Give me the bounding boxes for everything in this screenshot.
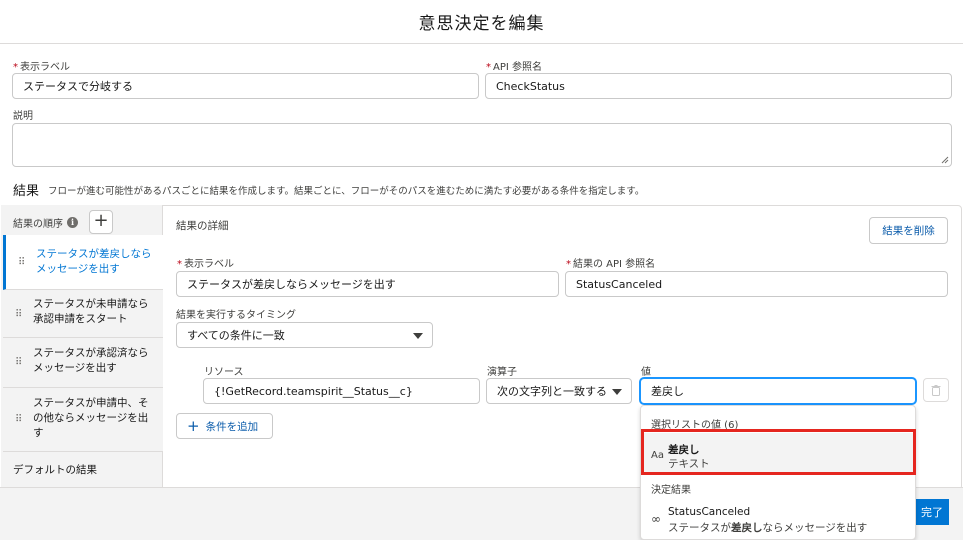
sidebar-item-label: ステータスが未申請なら 承認申請をスタート	[33, 297, 155, 327]
option-label: StatusCanceled	[668, 506, 751, 518]
delete-outcome-button[interactable]: 結果を削除	[869, 217, 948, 244]
outcome-order-label: 結果の順序	[13, 219, 63, 230]
highlight-frame	[641, 429, 916, 475]
outcome-label-input[interactable]: ステータスが差戻しならメッセージを出す	[176, 271, 559, 297]
description-textarea[interactable]	[12, 123, 952, 167]
drag-handle-icon[interactable]: ⠿	[15, 357, 22, 368]
drag-handle-icon[interactable]: ⠿	[15, 309, 22, 320]
sidebar-item-line: す	[33, 427, 44, 439]
required-mark: *	[486, 62, 491, 73]
sidebar-item-label: ステータスが承認済なら メッセージを出す	[33, 346, 155, 376]
sidebar-item-line: ステータスが差戻しなら	[36, 248, 152, 260]
outcome-label-field-label: * 表示ラベル	[177, 255, 234, 270]
label-input-value: ステータスで分岐する	[23, 80, 133, 93]
sidebar-item-line: ステータスが申請中、そ	[33, 397, 149, 409]
api-name-field-label: * API 参照名	[486, 58, 542, 73]
operator-select-value: 次の文字列と一致する	[497, 385, 607, 398]
sidebar-item-label: ステータスが差戻しなら メッセージを出す	[36, 247, 155, 277]
modal-title: 意思決定を編集	[418, 14, 545, 34]
outcome-option[interactable]: ∞ StatusCanceled ステータスが差戻しならメッセージを出す	[641, 498, 915, 539]
sidebar-item-line: メッセージを出す	[33, 362, 117, 374]
option-description-text: ステータスが	[668, 522, 731, 534]
trash-icon	[931, 385, 941, 396]
resize-grip-icon[interactable]	[941, 156, 949, 164]
timing-label: 結果を実行するタイミング	[176, 310, 296, 321]
label-field-text: 表示ラベル	[20, 62, 70, 73]
option-description-text: ならメッセージを出す	[762, 522, 868, 534]
api-name-input-value: CheckStatus	[496, 79, 565, 93]
operator-label: 演算子	[487, 367, 517, 378]
sidebar-item-line: の他ならメッセージを出	[33, 412, 149, 424]
add-condition-button[interactable]: + 条件を追加	[176, 413, 273, 439]
sidebar-item-line: ステータスが承認済なら	[33, 347, 149, 359]
sidebar-item-line: メッセージを出す	[36, 263, 120, 275]
option-description-match: 差戻し	[731, 522, 763, 534]
outcomes-description: フローが進む可能性があるパスごとに結果を作成します。結果ごとに、フローがそのパス…	[48, 186, 645, 197]
timing-select-value: すべての条件に一致	[187, 329, 285, 342]
sidebar-item-outcome-3[interactable]: ⠿ ステータスが承認済なら メッセージを出す	[3, 338, 163, 388]
operator-select[interactable]: 次の文字列と一致する	[486, 378, 632, 404]
option-description: ステータスが差戻しならメッセージを出す	[668, 520, 867, 535]
outcome-api-input[interactable]: StatusCanceled	[565, 271, 948, 297]
description-label: 説明	[13, 111, 33, 122]
outcome-label-field-text: 表示ラベル	[184, 259, 234, 270]
drag-handle-icon[interactable]: ⠿	[18, 257, 25, 268]
info-icon[interactable]: i	[67, 217, 78, 228]
resource-input[interactable]: {!GetRecord.teamspirit__Status__c}	[203, 378, 480, 404]
required-mark: *	[13, 62, 18, 73]
plus-icon: +	[187, 417, 200, 435]
outcome-detail-title: 結果の詳細	[176, 220, 229, 232]
add-outcome-button[interactable]: +	[89, 210, 113, 234]
value-input-value: 差戻し	[651, 385, 684, 398]
link-icon: ∞	[651, 512, 661, 526]
resource-label: リソース	[204, 367, 244, 378]
outcomes-title: 結果	[13, 184, 40, 199]
required-mark: *	[566, 259, 571, 270]
delete-condition-button[interactable]	[923, 378, 949, 402]
outcome-label-input-value: ステータスが差戻しならメッセージを出す	[187, 278, 396, 291]
required-mark: *	[177, 259, 182, 270]
resource-input-value: {!GetRecord.teamspirit__Status__c}	[214, 384, 413, 398]
label-field-label: * 表示ラベル	[13, 58, 70, 73]
sidebar-item-outcome-4[interactable]: ⠿ ステータスが申請中、そ の他ならメッセージを出 す	[3, 388, 163, 452]
api-name-input[interactable]: CheckStatus	[485, 73, 952, 99]
outcome-api-input-value: StatusCanceled	[576, 277, 663, 291]
chevron-down-icon	[413, 333, 423, 339]
chevron-down-icon	[612, 389, 622, 395]
sidebar-item-label: ステータスが申請中、そ の他ならメッセージを出 す	[33, 396, 155, 441]
drag-handle-icon[interactable]: ⠿	[15, 414, 22, 425]
value-label: 値	[641, 367, 651, 378]
add-condition-label: 条件を追加	[205, 420, 259, 433]
sidebar-item-outcome-1[interactable]: ⠿ ステータスが差戻しなら メッセージを出す	[3, 235, 163, 290]
sidebar-item-line: ステータスが未申請なら	[33, 298, 149, 310]
sidebar-item-line: 承認申請をスタート	[33, 313, 128, 325]
default-outcome-item[interactable]: デフォルトの結果	[13, 462, 97, 477]
api-name-field-text: API 参照名	[493, 62, 542, 73]
outcome-api-field-text: 結果の API 参照名	[573, 259, 656, 270]
timing-select[interactable]: すべての条件に一致	[176, 322, 433, 348]
decision-outcome-group-header: 決定結果	[651, 485, 691, 496]
modal-header: 意思決定を編集	[0, 0, 963, 44]
outcome-api-field-label: * 結果の API 参照名	[566, 255, 655, 270]
value-input[interactable]: 差戻し	[640, 378, 916, 404]
label-input[interactable]: ステータスで分岐する	[12, 73, 479, 99]
outcome-order-header: 結果の順序 i	[13, 215, 78, 230]
sidebar-item-outcome-2[interactable]: ⠿ ステータスが未申請なら 承認申請をスタート	[3, 290, 163, 338]
